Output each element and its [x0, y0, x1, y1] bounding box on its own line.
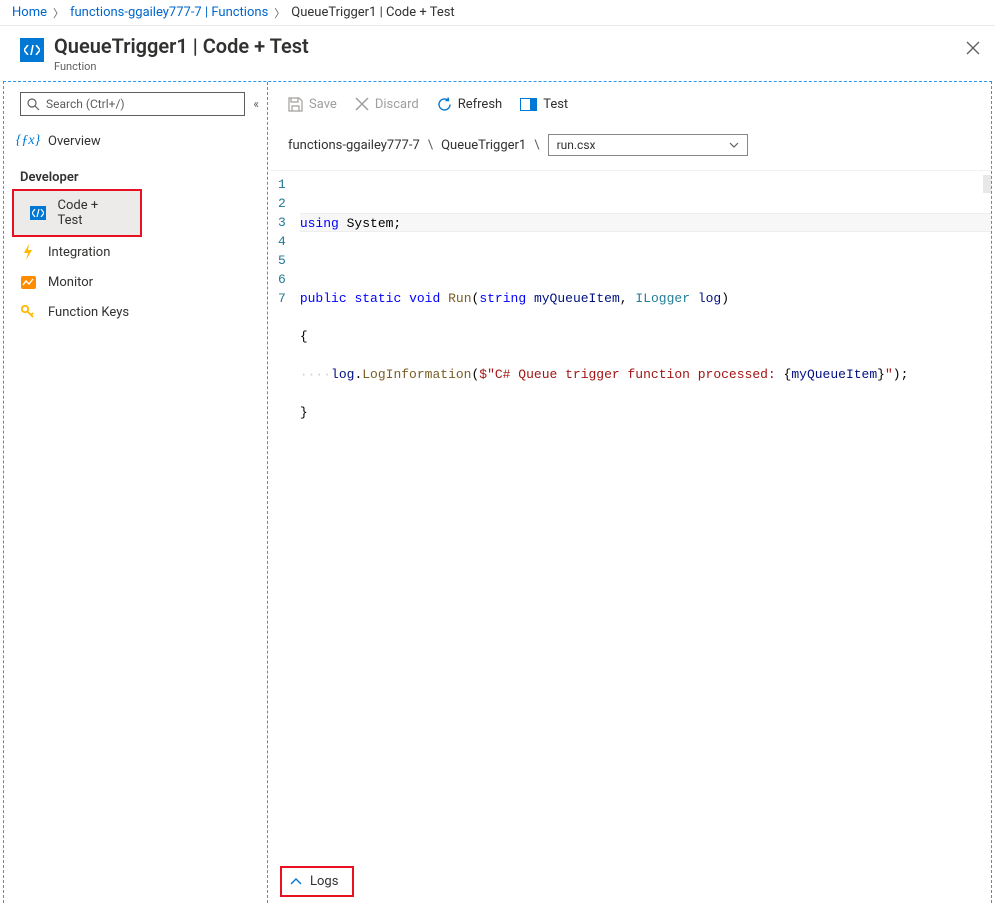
nav-label: Monitor	[48, 275, 93, 290]
file-name: run.csx	[557, 138, 596, 152]
nav-label: Integration	[48, 245, 110, 260]
breadcrumb-current: QueueTrigger1 | Code + Test	[291, 5, 454, 20]
sidebar: Search (Ctrl+/) « {ƒx} Overview Develope…	[4, 82, 268, 903]
search-input[interactable]: Search (Ctrl+/)	[20, 92, 245, 116]
search-placeholder: Search (Ctrl+/)	[46, 97, 125, 111]
chevron-right-icon: 〉	[274, 5, 285, 21]
monitor-icon	[20, 274, 36, 290]
page-header: QueueTrigger1 | Code + Test Function	[0, 26, 995, 81]
nav-section-developer: Developer	[4, 156, 267, 189]
nav-label: Overview	[48, 134, 101, 149]
nav-monitor[interactable]: Monitor	[4, 267, 267, 297]
breadcrumb-home[interactable]: Home	[12, 5, 47, 20]
lightning-icon	[20, 244, 36, 260]
page-title: QueueTrigger1 | Code + Test	[54, 34, 309, 58]
code-icon	[30, 206, 46, 220]
logs-expand-button[interactable]: Logs	[280, 866, 354, 897]
code-editor[interactable]: 1234567 using System; public static void…	[268, 171, 991, 860]
close-button[interactable]	[963, 38, 983, 58]
search-icon	[27, 98, 40, 111]
key-icon	[20, 304, 36, 320]
chevron-down-icon	[729, 142, 739, 148]
nav-integration[interactable]: Integration	[4, 237, 267, 267]
nav-function-keys[interactable]: Function Keys	[4, 297, 267, 327]
discard-label: Discard	[375, 97, 419, 112]
chevron-right-icon: 〉	[53, 5, 64, 21]
toolbar: Save Discard Refresh Test	[268, 82, 991, 126]
path-func: QueueTrigger1	[441, 138, 526, 153]
content-area: Save Discard Refresh Test	[268, 82, 991, 903]
nav-label: Code + Test	[58, 198, 125, 228]
discard-button[interactable]: Discard	[355, 97, 419, 112]
refresh-icon	[437, 97, 452, 112]
logs-label: Logs	[310, 874, 338, 889]
discard-icon	[355, 97, 369, 111]
nav-code-test[interactable]: Code + Test	[14, 191, 140, 235]
test-label: Test	[543, 97, 568, 112]
breadcrumb: Home 〉 functions-ggailey777-7 | Function…	[0, 0, 995, 26]
path-app: functions-ggailey777-7	[288, 138, 420, 153]
line-number-gutter: 1234567	[268, 175, 300, 860]
path-separator: \	[534, 138, 539, 153]
path-separator: \	[428, 138, 433, 153]
minimap-indicator[interactable]	[983, 175, 991, 193]
file-path-row: functions-ggailey777-7 \ QueueTrigger1 \…	[268, 126, 991, 171]
refresh-button[interactable]: Refresh	[437, 97, 502, 112]
page-subtitle: Function	[54, 60, 309, 73]
code-icon	[20, 38, 44, 62]
chevron-up-icon	[290, 878, 302, 886]
test-button[interactable]: Test	[520, 97, 568, 112]
save-label: Save	[309, 97, 337, 112]
code-content[interactable]: using System; public static void Run(str…	[300, 175, 991, 860]
nav-label: Function Keys	[48, 305, 129, 320]
file-selector-dropdown[interactable]: run.csx	[548, 134, 748, 156]
function-fx-icon: {ƒx}	[20, 133, 36, 149]
breadcrumb-functions[interactable]: functions-ggailey777-7 | Functions	[70, 5, 268, 20]
collapse-sidebar-button[interactable]: «	[253, 97, 259, 111]
nav-overview[interactable]: {ƒx} Overview	[4, 126, 267, 156]
save-button[interactable]: Save	[288, 97, 337, 112]
save-icon	[288, 97, 303, 112]
refresh-label: Refresh	[458, 97, 502, 112]
test-panel-icon	[520, 98, 537, 111]
